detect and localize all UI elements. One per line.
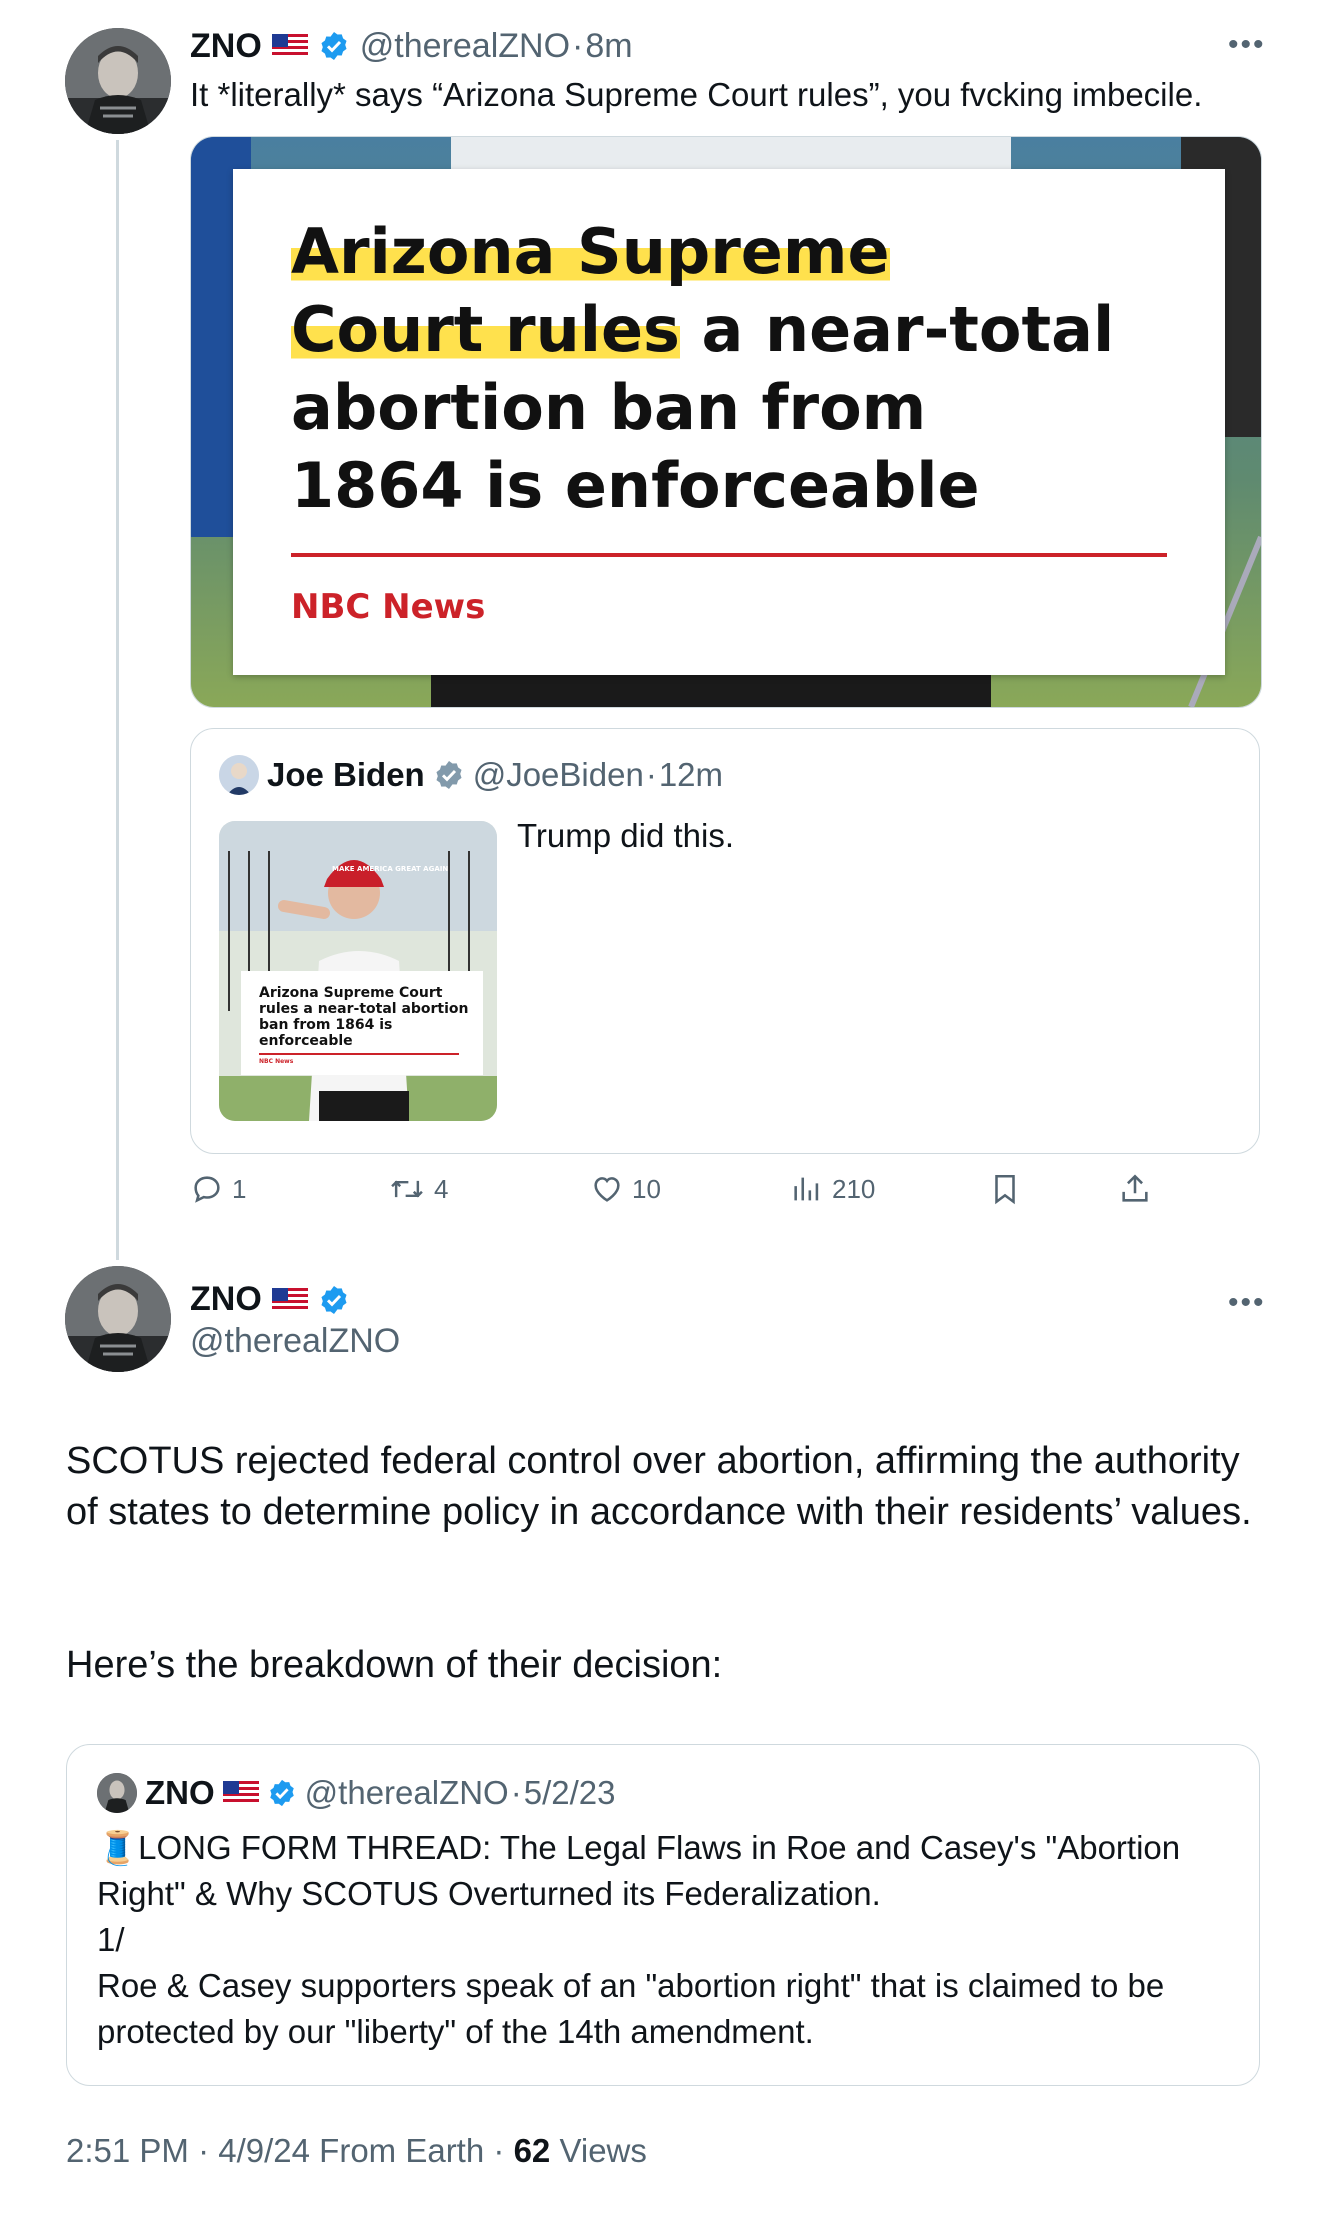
author-name[interactable]: ZNO [145,1774,215,1812]
author-name[interactable]: ZNO [190,1280,262,1319]
reply-button[interactable]: 1 [190,1172,246,1206]
separator: · [645,756,657,793]
tweet-time[interactable]: 8m [585,27,632,66]
footer-time[interactable]: 2:51 PM [66,2132,189,2169]
author-name[interactable]: ZNO [190,27,262,66]
main-text-paragraph-1: SCOTUS rejected federal control over abo… [66,1440,1252,1533]
tweet-time[interactable]: 12m [659,756,723,794]
source-label: NBC News [291,587,486,627]
avatar[interactable] [65,1266,171,1372]
quoted-header: ZNO @therealZNO · 5/2/23 [97,1773,615,1813]
author-handle[interactable]: @JoeBiden [473,756,644,794]
verified-badge-icon [269,1779,294,1807]
verified-badge-icon [321,32,347,60]
main-text-paragraph-2: Here’s the breakdown of their decision: [66,1644,723,1686]
views-button[interactable]: 210 [790,1172,875,1206]
tweet-image[interactable]: Arizona Supreme Court rules a near-total… [190,136,1262,708]
quoted-line-1: 🧵LONG FORM THREAD: The Legal Flaws in Ro… [97,1829,1181,1912]
reply-icon [194,1176,220,1203]
avatar[interactable] [65,28,171,134]
footer-date[interactable]: 4/9/24 [218,2132,310,2169]
thumb-headline: Arizona Supreme Court rules a near-total… [259,985,469,1049]
reply-header: ZNO @therealZNO · 8m [190,24,633,68]
more-options-icon[interactable]: ••• [1228,28,1266,62]
thumb-divider [259,1053,459,1055]
headline: Arizona Supreme Court rules a near-total… [291,213,1191,525]
separator: · [510,1774,522,1811]
avatar-photo [65,28,171,134]
bookmark-button[interactable] [988,1172,1022,1211]
quoted-text: Trump did this. [517,817,735,854]
quoted-tweet[interactable]: Joe Biden @JoeBiden · 12m MAKE AMERICA GRE… [190,728,1260,1154]
footer-separator: · [493,2132,505,2169]
avatar-photo [97,1773,137,1813]
avatar[interactable] [219,755,259,795]
more-options-icon[interactable]: ••• [1228,1286,1266,1320]
separator: · [572,26,584,65]
avatar-photo [65,1266,171,1372]
share-button[interactable] [1118,1172,1152,1211]
quoted-line-3: Roe & Casey supporters speak of an "abor… [97,1967,1165,2050]
views-count: 210 [832,1173,876,1204]
verified-gray-badge-icon [436,761,462,789]
avatar-photo [219,755,259,795]
footer-separator: · [198,2132,210,2169]
tweet-footer: 2:51 PM · 4/9/24 From Earth · 62 Views [66,2132,647,2170]
tweet-text: It *literally* says “Arizona Supreme Cou… [190,76,1203,113]
hat-text: MAKE AMERICA GREAT AGAIN [332,865,448,873]
headline-line-3: abortion ban from [291,371,927,444]
headline-card: Arizona Supreme Court rules a near-total… [233,169,1225,675]
tweet-date[interactable]: 5/2/23 [524,1774,616,1812]
quoted-text: 🧵LONG FORM THREAD: The Legal Flaws in Ro… [97,1825,1227,2055]
quoted-image[interactable]: MAKE AMERICA GREAT AGAIN Arizona Supreme… [219,821,497,1121]
main-header: ZNO [190,1280,350,1319]
author-handle[interactable]: @therealZNO [360,27,570,66]
headline-line-2a: Court rules [291,293,680,366]
retweet-count: 4 [434,1173,449,1204]
quoted-tweet[interactable]: ZNO @therealZNO · 5/2/23 🧵LONG FORM THREAD… [66,1744,1260,2086]
verified-badge-icon [321,1285,347,1314]
thumb-source: NBC News [259,1058,294,1065]
footer-views-label[interactable]: Views [559,2132,646,2169]
headline-line-2b: a near-total [679,293,1115,366]
us-flag-icon [271,34,308,58]
quoted-header: Joe Biden @JoeBiden · 12m [219,755,723,795]
footer-source: From Earth [319,2132,485,2169]
us-flag-icon [222,1781,259,1805]
us-flag-icon [271,1287,308,1312]
share-icon [1122,1174,1148,1202]
thread-line [116,140,119,1260]
headline-line-1: Arizona Supreme [291,215,890,288]
author-name[interactable]: Joe Biden [267,756,425,794]
heart-icon [594,1177,620,1202]
reply-count: 1 [232,1173,247,1204]
author-handle[interactable]: @therealZNO [190,1322,400,1361]
retweet-icon [391,1180,423,1198]
views-chart-icon [794,1177,819,1201]
avatar[interactable] [97,1773,137,1813]
bookmark-icon [995,1174,1015,1205]
footer-views-count[interactable]: 62 [514,2132,551,2169]
author-handle[interactable]: @therealZNO [305,1774,509,1812]
retweet-button[interactable]: 4 [388,1172,448,1206]
like-button[interactable]: 10 [590,1172,661,1206]
quoted-line-2: 1/ [97,1921,125,1958]
headline-line-4: 1864 is enforceable [291,449,980,522]
thumb-headline-card: Arizona Supreme Court rules a near-total… [241,971,483,1075]
headline-divider [291,553,1167,557]
like-count: 10 [632,1173,661,1204]
